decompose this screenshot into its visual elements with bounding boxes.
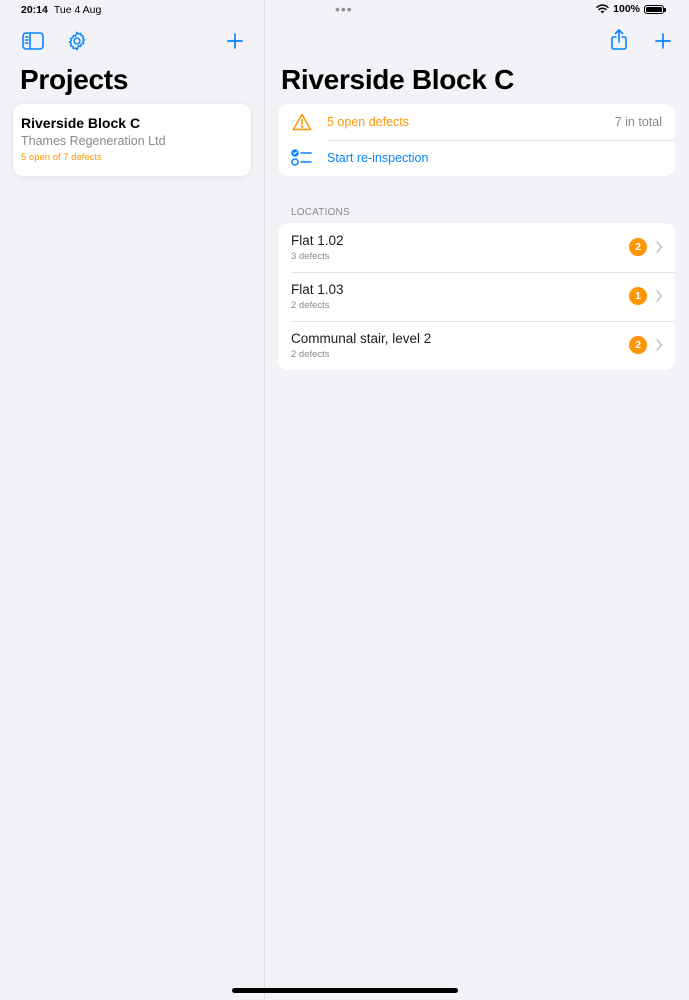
location-name: Flat 1.02	[291, 233, 344, 248]
status-time-text: 20:14	[21, 4, 48, 16]
location-defect-count: 3 defects	[291, 251, 330, 262]
start-reinspection-label: Start re-inspection	[327, 151, 429, 165]
chevron-right-icon	[656, 241, 663, 253]
warning-triangle-icon	[291, 111, 313, 133]
total-defects-label: 7 in total	[614, 115, 662, 129]
gear-icon[interactable]	[64, 28, 90, 54]
sidebar: Projects Riverside Block C Thames Regene…	[0, 0, 264, 1000]
share-icon[interactable]	[606, 27, 632, 53]
locations-list: Flat 1.02 3 defects 2 Flat 1.03 2 defect…	[278, 223, 675, 370]
location-row-flat-1-03[interactable]: Flat 1.03 2 defects 1	[278, 272, 675, 321]
start-reinspection-button[interactable]: Start re-inspection	[278, 140, 675, 176]
add-project-plus-icon[interactable]	[222, 28, 248, 54]
project-name: Riverside Block C	[21, 115, 141, 131]
location-defect-count: 2 defects	[291, 300, 330, 311]
location-name: Flat 1.03	[291, 282, 344, 297]
checklist-icon	[291, 147, 313, 169]
status-date: Tue 4 Aug	[53, 4, 102, 16]
location-row-flat-1-02[interactable]: Flat 1.02 3 defects 2	[278, 223, 675, 272]
project-client: Thames Regeneration Ltd	[21, 134, 166, 148]
open-count-badge: 2	[629, 238, 647, 256]
summary-group: 5 open defects 7 in total Start re-inspe…	[278, 104, 675, 176]
detail-pane: Riverside Block C 5 open defects 7 in to…	[265, 0, 689, 1000]
open-count-badge: 2	[629, 336, 647, 354]
locations-section-header: LOCATIONS	[291, 207, 350, 218]
sidebar-toggle-icon[interactable]	[20, 28, 46, 54]
open-defects-row[interactable]: 5 open defects 7 in total	[278, 104, 675, 140]
project-list-item[interactable]: Riverside Block C Thames Regeneration Lt…	[13, 104, 251, 176]
open-defects-label: 5 open defects	[327, 115, 410, 129]
project-defect-status: 5 open of 7 defects	[21, 152, 102, 163]
open-count-badge: 1	[629, 287, 647, 305]
add-defect-plus-icon[interactable]	[650, 28, 676, 54]
location-name: Communal stair, level 2	[291, 331, 432, 346]
chevron-right-icon	[656, 290, 663, 302]
chevron-right-icon	[656, 339, 663, 351]
project-title: Riverside Block C	[281, 64, 514, 95]
location-row-communal-stair[interactable]: Communal stair, level 2 2 defects 2	[278, 321, 675, 370]
home-indicator[interactable]	[232, 988, 458, 993]
status-time: 20:14 Tue 4 Aug	[21, 4, 101, 16]
location-defect-count: 2 defects	[291, 349, 330, 360]
sidebar-title: Projects	[20, 64, 129, 95]
